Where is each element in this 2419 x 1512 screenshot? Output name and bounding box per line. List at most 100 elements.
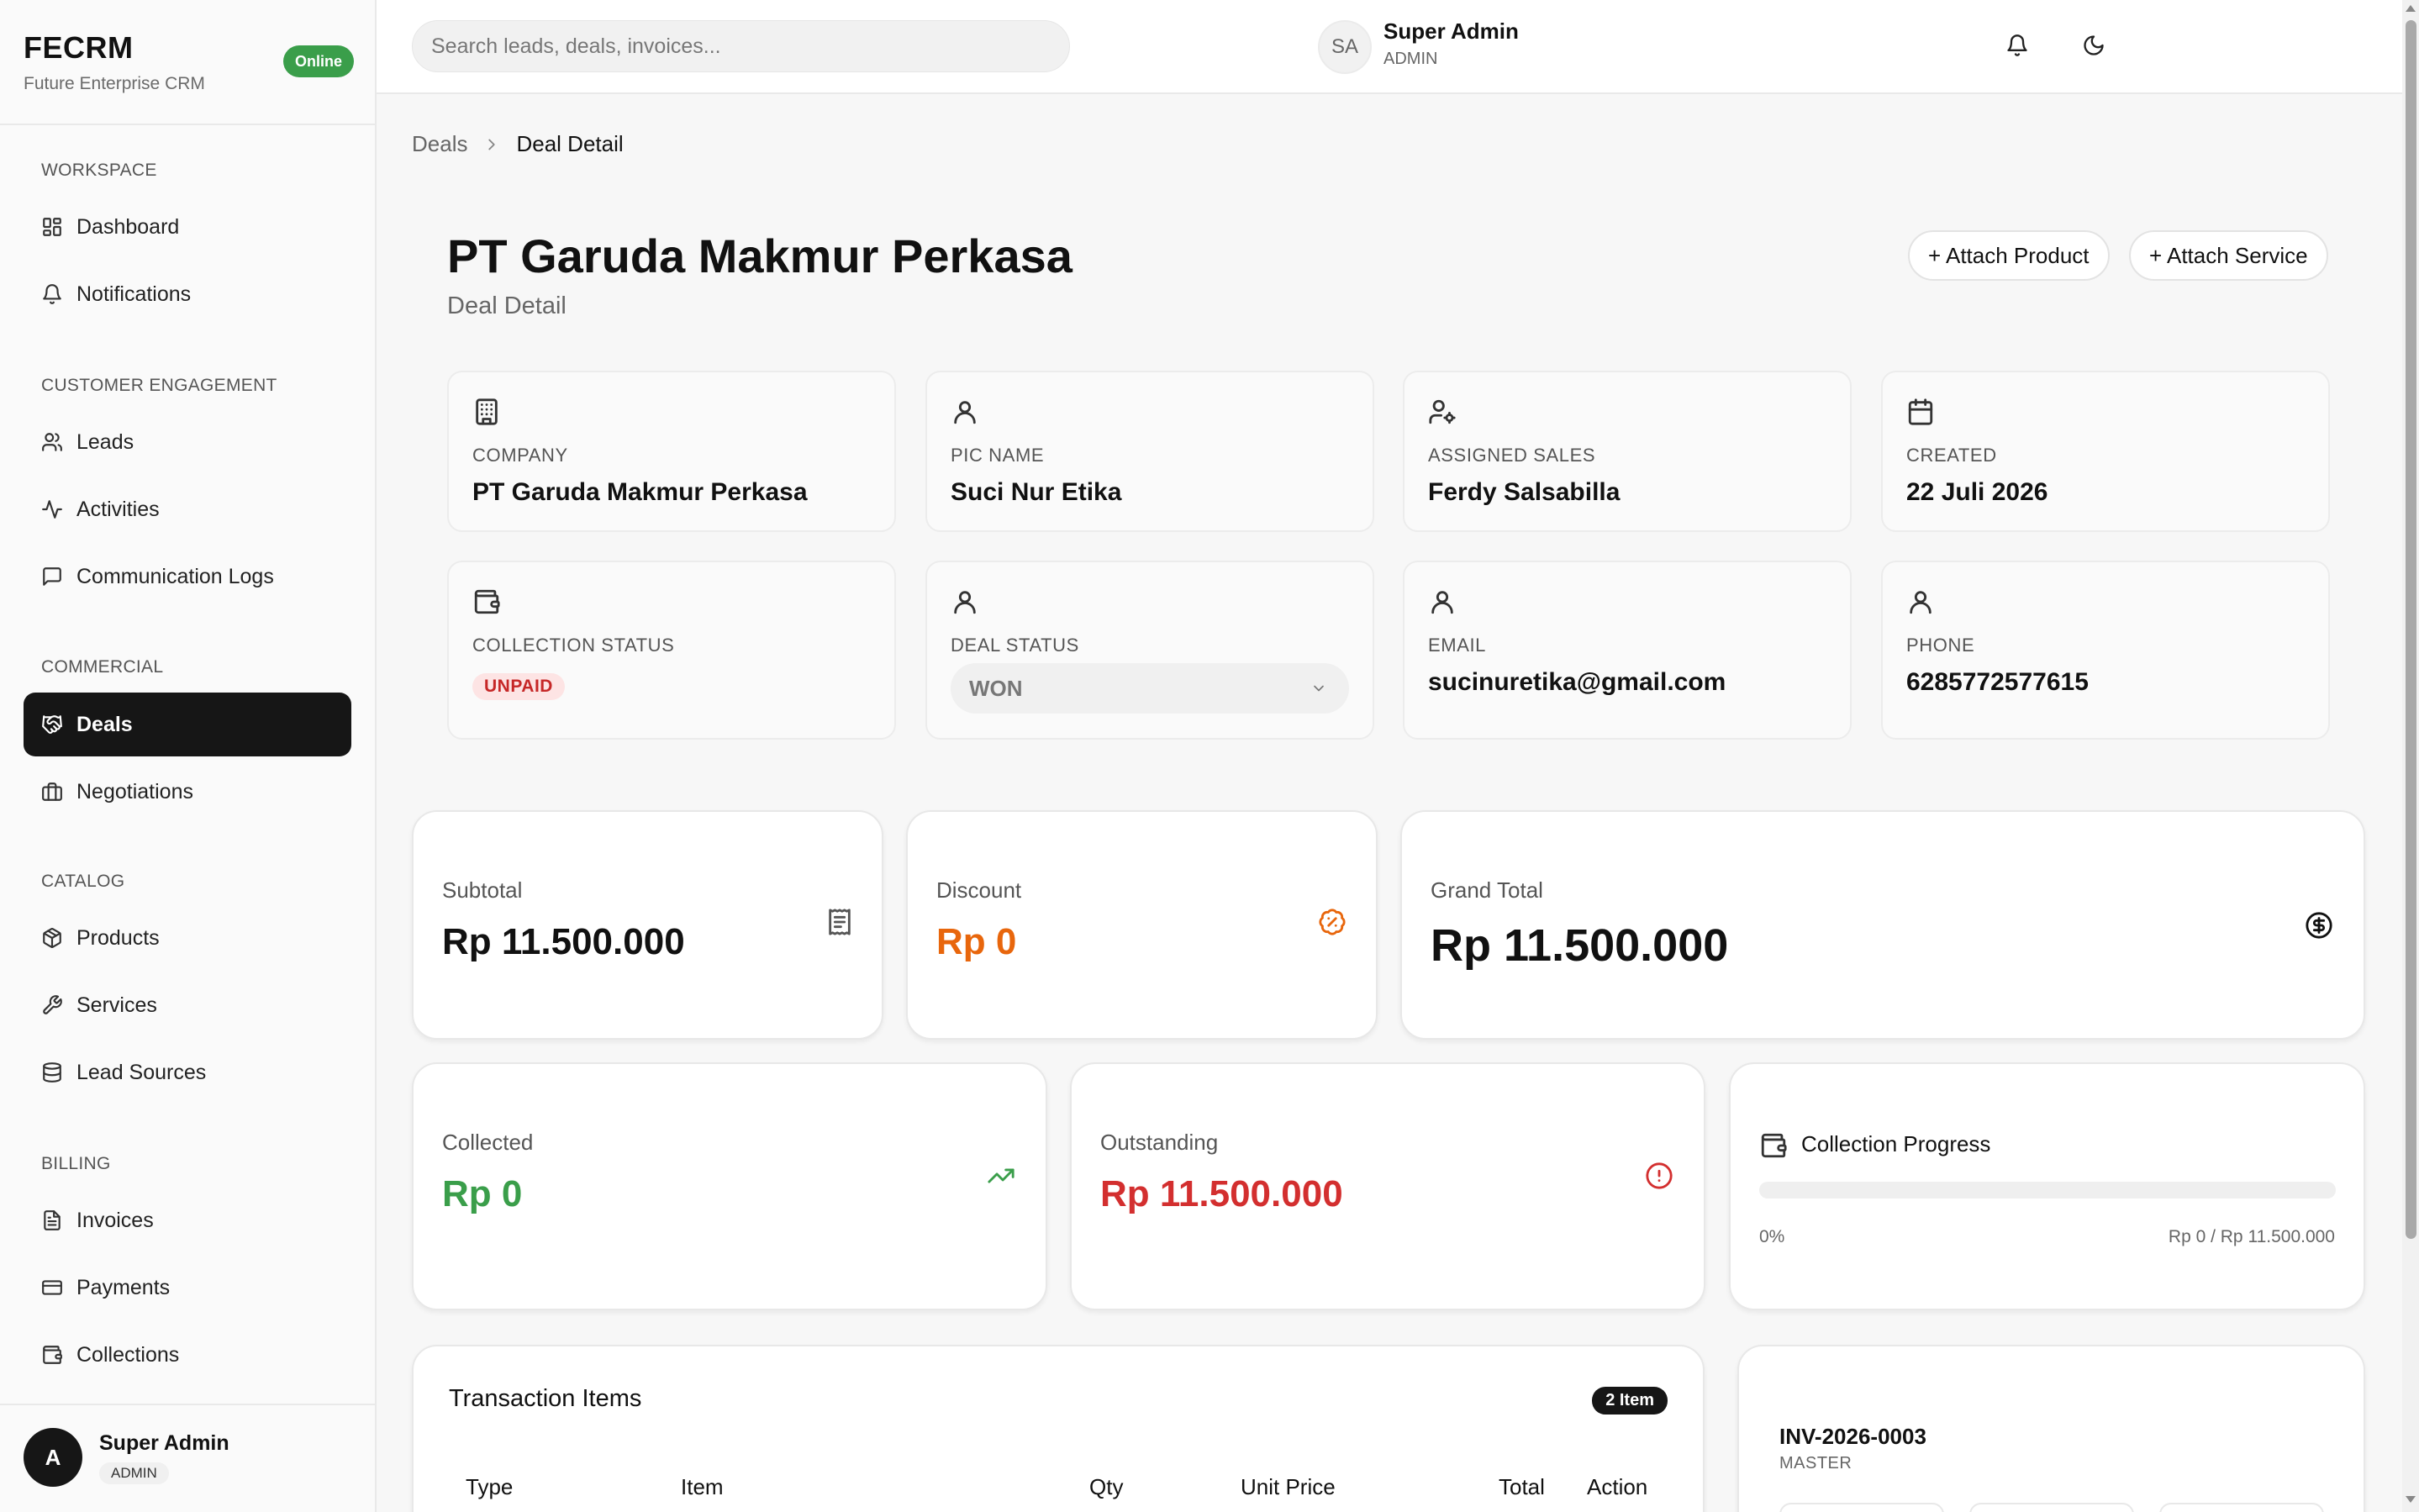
email-card: EMAIL sucinuretika@gmail.com [1403,561,1852,740]
subtotal-label: Subtotal [442,877,523,903]
subtotal-card: Subtotal Rp 11.500.000 [412,810,883,1040]
column-header-item[interactable]: Item [681,1474,724,1500]
page-subtitle: Deal Detail [447,292,567,319]
created-card: CREATED 22 Juli 2026 [1881,371,2330,532]
grand-total-card: Grand Total Rp 11.500.000 [1400,810,2365,1040]
assigned-sales-card: ASSIGNED SALES Ferdy Salsabilla [1403,371,1852,532]
outstanding-label: Outstanding [1100,1130,1219,1155]
invoice-number[interactable]: INV-2026-0003 [1779,1424,1926,1450]
sidebar-item-label: Leads [76,429,134,454]
attach-product-button[interactable]: + Attach Product [1908,230,2110,281]
sidebar-item-services[interactable]: Services [24,973,351,1037]
collection-status-label: COLLECTION STATUS [472,635,675,656]
deal-status-select[interactable]: WON [951,663,1349,714]
page-title: PT Garuda Makmur Perkasa [447,229,1072,282]
message-icon [43,567,61,586]
sidebar-item-communication-logs[interactable]: Communication Logs [24,545,351,608]
column-header-total[interactable]: Total [1499,1474,1545,1500]
scrollbar-down-arrow[interactable] [2406,1496,2416,1503]
search-input[interactable] [412,20,1070,72]
sidebar-item-lead-sources[interactable]: Lead Sources [24,1040,351,1104]
sidebar-item-collections[interactable]: Collections [24,1323,351,1387]
deal-status-card: DEAL STATUS WON [925,561,1374,740]
sidebar-user-name: Super Admin [99,1430,229,1455]
breadcrumb-deals-link[interactable]: Deals [412,131,467,157]
bell-icon [2007,34,2027,56]
outstanding-value: Rp 11.500.000 [1100,1173,1343,1214]
item-count-badge: 2 Item [1592,1387,1668,1415]
wallet-icon [474,589,500,614]
sidebar-user-profile[interactable]: A Super Admin ADMIN [24,1428,229,1487]
deal-status-value: WON [969,675,1023,701]
avatar[interactable]: SA [1318,20,1372,74]
sidebar-item-activities[interactable]: Activities [24,477,351,541]
dollar-circle-icon [2306,912,2332,939]
invoice-type: MASTER [1779,1454,1852,1472]
topbar-user[interactable]: Super Admin ADMIN [1383,18,1519,69]
column-header-action[interactable]: Action [1587,1474,1647,1500]
attach-service-button[interactable]: + Attach Service [2129,230,2328,281]
user-icon [1431,591,1453,614]
wallet-icon [1761,1133,1787,1158]
sidebar-item-payments[interactable]: Payments [24,1256,351,1320]
invoice-panel: INV-2026-0003 MASTER [1737,1345,2365,1512]
grand-total-label: Grand Total [1431,877,1543,903]
sidebar-item-label: Invoices [76,1208,154,1232]
sidebar-item-invoices[interactable]: Invoices [24,1188,351,1252]
assigned-sales-value: Ferdy Salsabilla [1428,478,1621,506]
scrollbar-up-arrow[interactable] [2406,5,2416,12]
outstanding-card: Outstanding Rp 11.500.000 [1070,1062,1705,1310]
sidebar-item-negotiations[interactable]: Negotiations [24,760,351,824]
scrollbar-thumb[interactable] [2406,20,2416,1239]
percent-badge-icon [1319,909,1346,935]
sidebar-item-products[interactable]: Products [24,906,351,970]
calendar-icon [1908,398,1933,425]
phone-label: PHONE [1906,635,1975,656]
receipt-icon [829,909,851,935]
created-value: 22 Juli 2026 [1906,478,2048,506]
brand-subtitle: Future Enterprise CRM [24,74,205,93]
discount-card: Discount Rp 0 [906,810,1378,1040]
invoice-action-chip[interactable] [1779,1503,1944,1512]
divider [0,1404,375,1405]
assigned-sales-label: ASSIGNED SALES [1428,445,1596,466]
sidebar-item-label: Notifications [76,282,192,306]
company-label: COMPANY [472,445,568,466]
column-header-type[interactable]: Type [466,1474,513,1500]
grid-icon [43,218,61,236]
collection-progress-title: Collection Progress [1801,1131,1991,1156]
invoice-action-chip[interactable] [2159,1503,2324,1512]
collected-value: Rp 0 [442,1173,523,1214]
progress-percent: 0% [1759,1227,1785,1246]
sidebar-item-label: Negotiations [76,779,193,803]
users-icon [42,433,62,451]
column-header-unit-price[interactable]: Unit Price [1241,1474,1336,1500]
pic-name-card: PIC NAME Suci Nur Etika [925,371,1374,532]
phone-card: PHONE 6285772577615 [1881,561,2330,740]
transaction-items-panel: Transaction Items 2 Item Type Item Qty U… [412,1345,1705,1512]
collection-status-card: COLLECTION STATUS UNPAID [447,561,896,740]
nav-section-billing: BILLING [41,1154,111,1173]
sidebar-item-label: Lead Sources [76,1060,207,1084]
notifications-button[interactable] [1995,24,2039,67]
brand: FECRM Future Enterprise CRM [24,30,205,94]
column-header-qty[interactable]: Qty [1089,1474,1123,1500]
divider [0,124,375,125]
activity-icon [42,500,62,519]
created-label: CREATED [1906,445,1997,466]
sidebar-item-deals[interactable]: Deals [24,693,351,756]
handshake-icon [42,715,62,734]
sidebar-item-dashboard[interactable]: Dashboard [24,195,351,259]
online-status-badge: Online [283,45,355,77]
company-value: PT Garuda Makmur Perkasa [472,478,808,506]
sidebar-item-leads[interactable]: Leads [24,410,351,474]
progress-bar [1759,1182,2336,1199]
invoice-action-chip[interactable] [1969,1503,2134,1512]
theme-toggle-button[interactable] [2072,24,2116,67]
database-icon [43,1062,61,1083]
sidebar-user-role-badge: ADMIN [99,1462,169,1484]
topbar-user-name: Super Admin [1383,18,1519,44]
sidebar-item-label: Payments [76,1275,171,1299]
sidebar-item-notifications[interactable]: Notifications [24,262,351,326]
subtotal-value: Rp 11.500.000 [442,921,685,962]
